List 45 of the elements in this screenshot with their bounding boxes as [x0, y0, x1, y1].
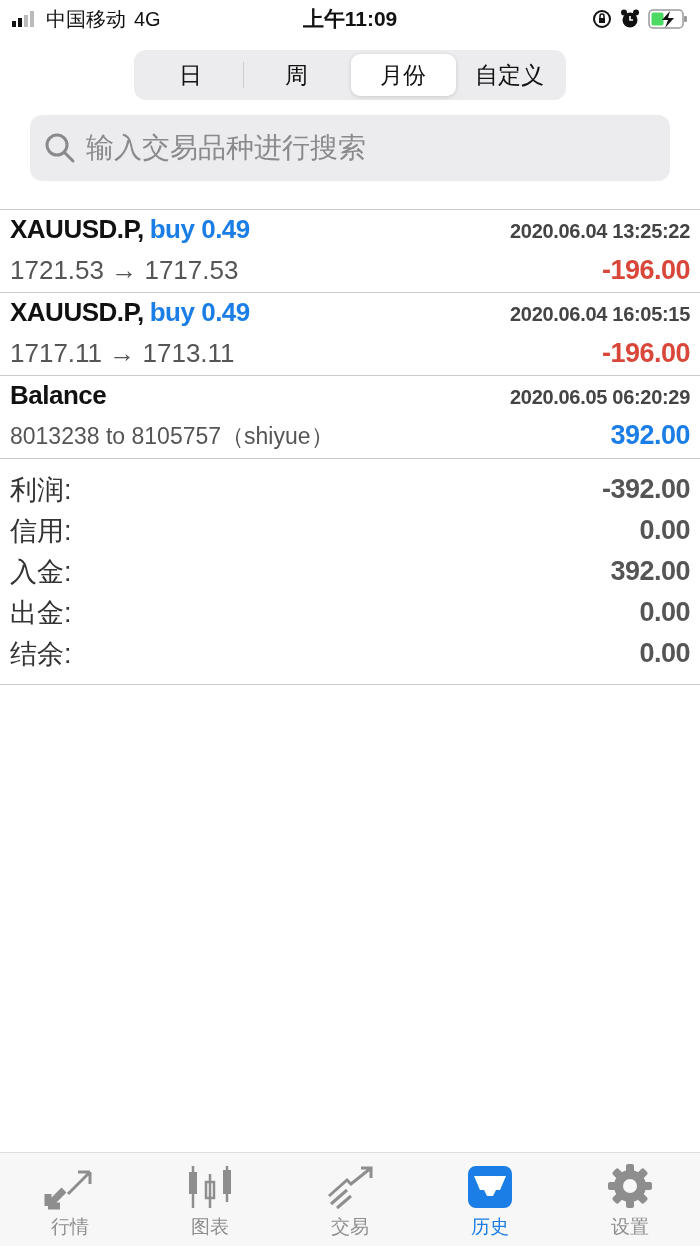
trade-side: buy 0.49	[149, 214, 250, 245]
period-tab[interactable]: 日	[138, 54, 244, 96]
symbol-name: XAUUSD.P,	[10, 214, 144, 245]
tab-item[interactable]: 历史	[420, 1153, 560, 1246]
deal-time: 2020.06.04 16:05:15	[510, 303, 690, 326]
period-tab[interactable]: 自定义	[456, 54, 562, 96]
tab-item[interactable]: 行情	[0, 1153, 140, 1246]
tab-item[interactable]: 交易	[280, 1153, 420, 1246]
transfer-detail: 8013238 to 8105757（shiyue）	[10, 422, 334, 451]
battery-charging-icon	[648, 9, 688, 29]
deal-profit: -196.00	[601, 338, 690, 369]
summary-value: 0.00	[639, 638, 690, 669]
clock-time: 上午11:09	[302, 6, 398, 32]
symbol-name: Balance	[10, 380, 107, 411]
search-field[interactable]: 输入交易品种进行搜索	[30, 115, 670, 181]
price-change: 1721.53 → 1717.53	[10, 255, 239, 286]
alarm-icon	[620, 9, 640, 29]
price-change: 1717.11 → 1713.11	[10, 338, 235, 369]
summary-value: 0.00	[639, 597, 690, 628]
rotation-lock-icon	[592, 9, 612, 29]
summary-value: -392.00	[601, 474, 690, 505]
inbox-tray-icon	[466, 1164, 514, 1210]
period-tab[interactable]: 月份	[350, 54, 456, 96]
summary-label: 信用:	[10, 514, 72, 548]
period-tab[interactable]: 周	[244, 54, 350, 96]
summary-label: 入金:	[10, 555, 72, 589]
deal-time: 2020.06.04 13:25:22	[510, 220, 690, 243]
summary-label: 结余:	[10, 637, 72, 671]
deal-time: 2020.06.05 06:20:29	[510, 386, 690, 409]
rising-arrow-icon	[325, 1164, 375, 1210]
tab-item[interactable]: 设置	[560, 1153, 700, 1246]
candlestick-icon	[186, 1164, 234, 1210]
summary-label: 利润:	[10, 473, 72, 507]
trade-side: buy 0.49	[149, 297, 250, 328]
settings-icon	[606, 1162, 654, 1210]
carrier-name: 中国移动	[46, 6, 126, 32]
deal-profit: -196.00	[601, 255, 690, 286]
symbol-name: XAUUSD.P,	[10, 297, 144, 328]
search-icon	[44, 132, 76, 164]
network-type: 4G	[134, 7, 161, 31]
summary-value: 0.00	[639, 515, 690, 546]
summary-value: 392.00	[610, 556, 690, 587]
summary-label: 出金:	[10, 596, 72, 630]
tab-item[interactable]: 图表	[140, 1153, 280, 1246]
deal-profit: 392.00	[610, 420, 690, 451]
